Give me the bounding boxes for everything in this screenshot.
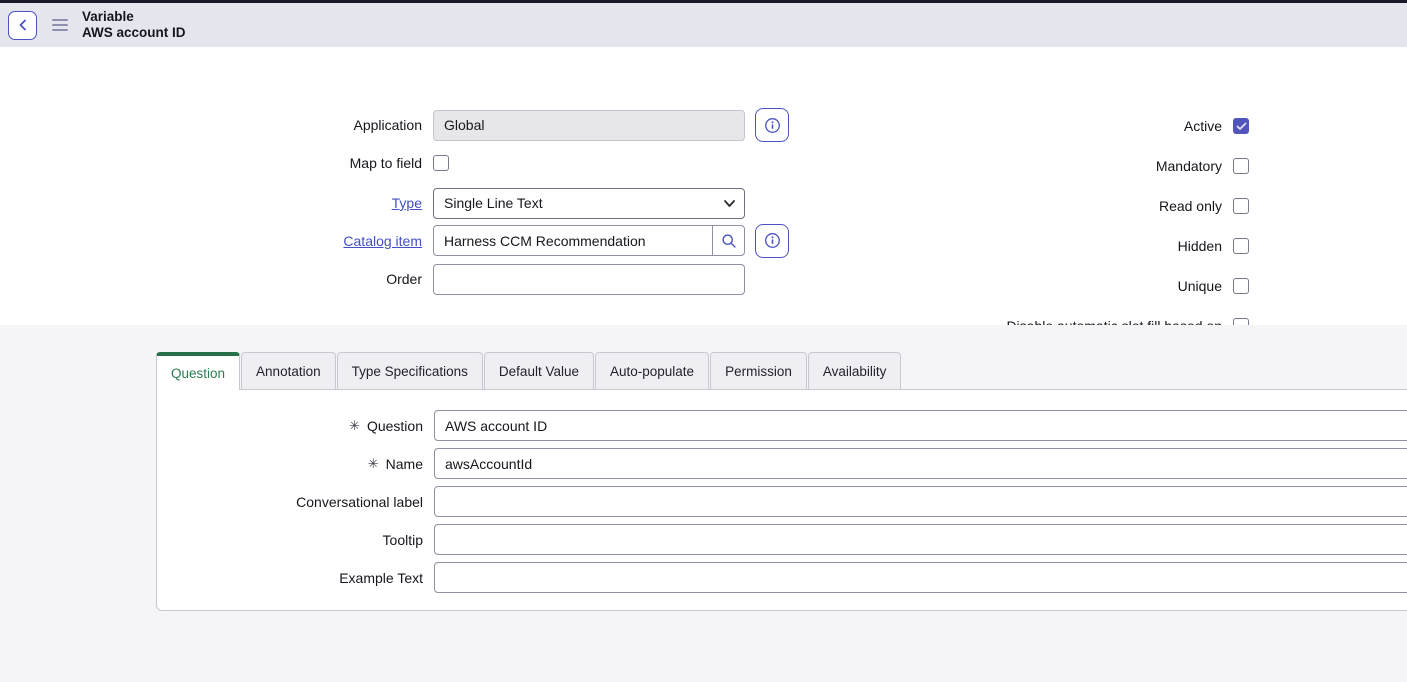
required-marker-icon: ✳ [368,456,379,472]
catalog-item-info-button[interactable] [755,224,789,258]
record-header-bar: Variable AWS account ID [0,3,1407,47]
catalog-item-lookup-button[interactable] [712,225,745,256]
question-label: ✳ Question [157,418,423,434]
variable-record-page: Variable AWS account ID Application Map … [0,0,1407,682]
chevron-left-icon [17,19,29,31]
name-field-row: ✳ Name [157,448,1407,479]
application-info-button[interactable] [755,108,789,142]
read-only-label: Read only [1159,198,1222,214]
order-label: Order [0,271,422,287]
read-only-row: Read only [1159,191,1249,221]
order-row: Order [0,263,745,295]
active-row: Active [1184,111,1249,141]
map-to-field-label: Map to field [0,155,422,171]
tab-question[interactable]: Question [156,352,240,390]
map-to-field-checkbox[interactable] [433,155,449,171]
hidden-row: Hidden [1178,231,1249,261]
tab-type-specifications[interactable]: Type Specifications [337,352,483,389]
tab-availability[interactable]: Availability [808,352,902,389]
tooltip-field-row: Tooltip [157,524,1407,555]
example-text-label: Example Text [157,570,423,586]
unique-label: Unique [1178,278,1222,294]
question-field[interactable] [434,410,1407,441]
name-label: ✳ Name [157,456,423,472]
form-main-section: Application Map to field Type Single Lin… [0,47,1407,325]
tab-auto-populate[interactable]: Auto-populate [595,352,709,389]
question-tab-panel: ✳ Question ✳ Name Conversational label [156,389,1407,611]
catalog-item-reference [433,225,745,256]
example-text-field-row: Example Text [157,562,1407,593]
unique-row: Unique [1178,271,1249,301]
check-icon [1236,122,1247,131]
type-row: Type Single Line Text [0,187,745,219]
context-menu-icon[interactable] [51,17,69,33]
order-field[interactable] [433,264,745,295]
tab-annotation[interactable]: Annotation [241,352,336,389]
catalog-item-label-link[interactable]: Catalog item [0,233,422,249]
mandatory-row: Mandatory [1156,151,1249,181]
active-checkbox[interactable] [1233,118,1249,134]
conversational-label-field[interactable] [434,486,1407,517]
mandatory-checkbox[interactable] [1233,158,1249,174]
hidden-checkbox[interactable] [1233,238,1249,254]
record-title-block: Variable AWS account ID [82,9,186,41]
tab-default-value[interactable]: Default Value [484,352,594,389]
unique-checkbox[interactable] [1233,278,1249,294]
catalog-item-field[interactable] [433,225,745,256]
required-marker-icon: ✳ [349,418,360,434]
active-label: Active [1184,118,1222,134]
application-row: Application [0,109,789,141]
mandatory-label: Mandatory [1156,158,1222,174]
map-to-field-row: Map to field [0,152,449,174]
application-field[interactable] [433,110,745,141]
type-select[interactable]: Single Line Text [433,188,745,219]
info-icon [764,117,781,134]
question-field-row: ✳ Question [157,410,1407,441]
tab-permission[interactable]: Permission [710,352,807,389]
tooltip-field[interactable] [434,524,1407,555]
hidden-label: Hidden [1178,238,1222,254]
page-title: AWS account ID [82,25,186,41]
catalog-item-row: Catalog item [0,224,789,257]
info-icon [764,232,781,249]
read-only-checkbox[interactable] [1233,198,1249,214]
record-type-label: Variable [82,9,186,25]
application-label: Application [0,117,422,133]
tab-strip: Question Annotation Type Specifications … [156,352,902,389]
example-text-field[interactable] [434,562,1407,593]
type-label-link[interactable]: Type [0,195,422,211]
tooltip-label: Tooltip [157,532,423,548]
back-button[interactable] [8,11,37,40]
record-tabs-section: Question Annotation Type Specifications … [0,325,1407,682]
search-icon [721,233,737,249]
conversational-label-label: Conversational label [157,494,423,510]
name-field[interactable] [434,448,1407,479]
conversational-label-row: Conversational label [157,486,1407,517]
type-select-wrap: Single Line Text [433,188,745,219]
